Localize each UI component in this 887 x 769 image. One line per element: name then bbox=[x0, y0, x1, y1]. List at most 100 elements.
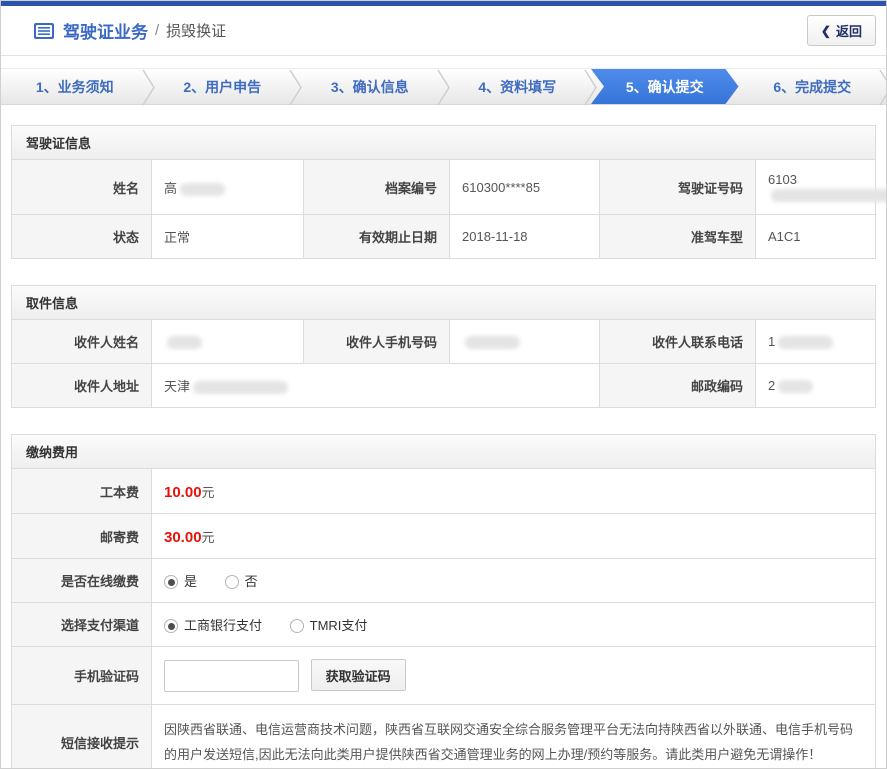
step-2-tab[interactable]: 2、用户申告 bbox=[149, 69, 302, 106]
breadcrumb-current: 损毁换证 bbox=[166, 23, 227, 40]
step-label: 2、用户申告 bbox=[183, 78, 262, 95]
back-button[interactable]: ❮ 返回 bbox=[806, 15, 876, 46]
step-label: 5、确认提交 bbox=[625, 78, 704, 95]
radio-label: TMRI支付 bbox=[309, 618, 368, 634]
step-label: 3、确认信息 bbox=[330, 78, 409, 95]
step-6-tab[interactable]: 6、完成提交 bbox=[739, 69, 886, 106]
table-row: 短信接收提示 因陕西省联通、电信运营商技术问题，陕西省互联网交通安全综合服务管理… bbox=[11, 704, 876, 768]
radio-channel-icbc[interactable] bbox=[164, 619, 178, 634]
step-1-tab[interactable]: 1、业务须知 bbox=[1, 69, 155, 106]
field-label: 选择支付渠道 bbox=[11, 602, 152, 648]
page-header: 驾驶证业务 / 损毁换证 ❮ 返回 bbox=[1, 6, 886, 56]
radio-channel-tmri[interactable] bbox=[289, 619, 304, 634]
radio-label: 否 bbox=[244, 574, 258, 590]
pickup-info-section: 取件信息 收件人姓名 收件人手机号码 收件人联系电话 1 收件人地址 天津 邮政… bbox=[11, 285, 876, 409]
online-pay-options: 是 否 bbox=[151, 558, 876, 604]
field-value: 6103 bbox=[755, 158, 886, 216]
table-row: 收件人姓名 收件人手机号码 收件人联系电话 1 bbox=[11, 319, 876, 365]
field-label: 收件人手机号码 bbox=[303, 319, 450, 365]
section-title: 取件信息 bbox=[11, 285, 876, 320]
table-row: 姓名 高 档案编号 610300****85 驾驶证号码 6103 bbox=[11, 158, 886, 216]
section-title: 缴纳费用 bbox=[11, 434, 876, 469]
field-label: 是否在线缴费 bbox=[11, 558, 152, 604]
field-value bbox=[449, 319, 600, 365]
table-row: 收件人地址 天津 邮政编码 2 bbox=[11, 363, 876, 409]
step-wizard-bar: 1、业务须知 2、用户申告 3、确认信息 4、资料填写 5、确认提交 6、完成提… bbox=[1, 68, 886, 106]
license-info-table: 姓名 高 档案编号 610300****85 驾驶证号码 6103 状态 正常 … bbox=[11, 158, 886, 260]
license-info-section: 驾驶证信息 姓名 高 档案编号 610300****85 驾驶证号码 6103 … bbox=[11, 125, 886, 260]
field-value: 2018-11-18 bbox=[449, 214, 600, 260]
table-row: 手机验证码 获取验证码 bbox=[11, 646, 876, 706]
form-list-icon bbox=[33, 22, 55, 40]
field-value: 正常 bbox=[151, 214, 304, 260]
payment-table: 工本费 10.00元 邮寄费 30.00元 是否在线缴费 是 否 选择支付渠道 … bbox=[11, 468, 876, 768]
step-separator-chevron-icon bbox=[289, 69, 303, 106]
step-4-tab[interactable]: 4、资料填写 bbox=[444, 69, 597, 106]
field-label: 状态 bbox=[11, 214, 152, 260]
sms-notice-text: 因陕西省联通、电信运营商技术问题，陕西省互联网交通安全综合服务管理平台无法向持陕… bbox=[151, 704, 876, 768]
field-value: 2 bbox=[755, 363, 876, 409]
step-label: 4、资料填写 bbox=[478, 78, 557, 95]
radio-label: 工商银行支付 bbox=[184, 618, 263, 634]
field-label: 收件人联系电话 bbox=[599, 319, 756, 365]
field-value: 高 bbox=[151, 158, 304, 216]
field-label: 驾驶证号码 bbox=[599, 158, 756, 216]
field-label: 档案编号 bbox=[303, 158, 450, 216]
step-label: 6、完成提交 bbox=[773, 78, 852, 95]
breadcrumb-separator: / bbox=[155, 22, 160, 39]
radio-online-no[interactable] bbox=[224, 575, 239, 590]
table-row: 状态 正常 有效期止日期 2018-11-18 准驾车型 A1C1 bbox=[11, 214, 876, 260]
chevron-left-icon: ❮ bbox=[820, 23, 831, 38]
redacted-text bbox=[771, 189, 886, 203]
field-label: 有效期止日期 bbox=[303, 214, 450, 260]
redacted-text bbox=[180, 182, 226, 196]
field-label: 短信接收提示 bbox=[11, 704, 152, 768]
step-3-tab[interactable]: 3、确认信息 bbox=[296, 69, 450, 106]
redacted-text bbox=[778, 380, 814, 394]
back-button-label: 返回 bbox=[835, 24, 862, 39]
field-value: 610300****85 bbox=[449, 158, 600, 216]
fee-value: 30.00元 bbox=[151, 513, 876, 560]
fee-amount: 30.00 bbox=[164, 528, 202, 546]
fee-amount: 10.00 bbox=[164, 483, 202, 501]
field-value: A1C1 bbox=[755, 214, 876, 260]
redacted-text bbox=[465, 336, 520, 350]
field-label: 准驾车型 bbox=[599, 214, 756, 260]
payment-section: 缴纳费用 工本费 10.00元 邮寄费 30.00元 是否在线缴费 是 否 选择… bbox=[11, 434, 876, 768]
step-separator-chevron-icon bbox=[436, 69, 451, 106]
field-label: 收件人姓名 bbox=[11, 319, 152, 365]
field-value bbox=[151, 319, 304, 365]
step-separator-chevron-icon bbox=[141, 69, 156, 106]
field-value: 天津 bbox=[151, 363, 600, 409]
field-label: 邮政编码 bbox=[599, 363, 756, 409]
step-separator-chevron-icon bbox=[879, 69, 886, 106]
field-value: 1 bbox=[755, 319, 876, 365]
main-content: 驾驶证信息 姓名 高 档案编号 610300****85 驾驶证号码 6103 … bbox=[1, 125, 886, 768]
get-sms-code-button[interactable]: 获取验证码 bbox=[310, 659, 406, 692]
section-title: 驾驶证信息 bbox=[11, 125, 876, 159]
fee-unit: 元 bbox=[201, 529, 215, 545]
field-label: 姓名 bbox=[11, 158, 152, 216]
table-row: 邮寄费 30.00元 bbox=[11, 513, 876, 560]
step-label: 1、业务须知 bbox=[35, 78, 114, 95]
pickup-info-table: 收件人姓名 收件人手机号码 收件人联系电话 1 收件人地址 天津 邮政编码 2 bbox=[11, 319, 876, 409]
sms-code-row: 获取验证码 bbox=[151, 646, 876, 706]
pay-channel-options: 工商银行支付 TMRI支付 bbox=[151, 602, 876, 648]
redacted-text bbox=[167, 336, 202, 350]
sms-code-input[interactable] bbox=[164, 660, 299, 693]
radio-label: 是 bbox=[184, 574, 198, 590]
redacted-text bbox=[778, 336, 834, 350]
page-title: 驾驶证业务 bbox=[63, 23, 148, 42]
table-row: 是否在线缴费 是 否 bbox=[11, 558, 876, 604]
radio-online-yes[interactable] bbox=[164, 575, 178, 590]
step-5-tab-active[interactable]: 5、确认提交 bbox=[591, 69, 739, 104]
field-label: 工本费 bbox=[11, 468, 152, 515]
field-label: 手机验证码 bbox=[11, 646, 152, 706]
table-row: 工本费 10.00元 bbox=[11, 468, 876, 515]
fee-value: 10.00元 bbox=[151, 468, 876, 515]
field-label: 邮寄费 bbox=[11, 513, 152, 560]
page: 驾驶证业务 / 损毁换证 ❮ 返回 1、业务须知 2、用户申告 3、确认信息 4… bbox=[0, 0, 887, 769]
fee-unit: 元 bbox=[201, 484, 215, 500]
redacted-text bbox=[193, 381, 289, 395]
field-label: 收件人地址 bbox=[11, 363, 152, 409]
